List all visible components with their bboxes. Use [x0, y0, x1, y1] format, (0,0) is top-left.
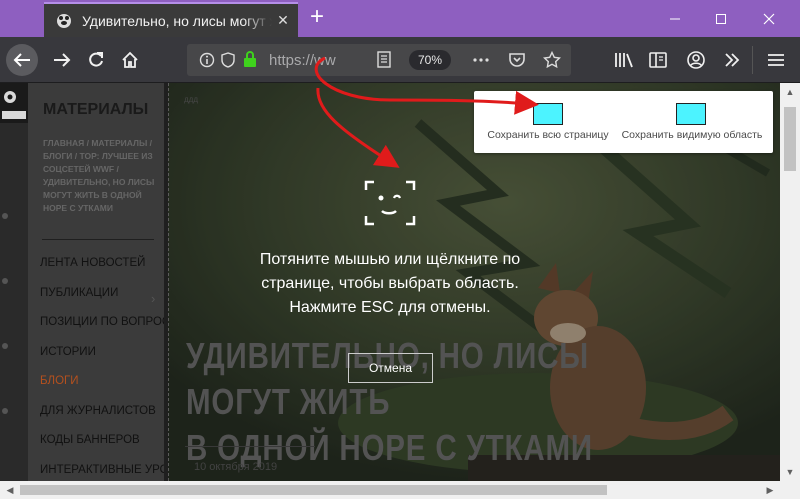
library-icon [615, 53, 633, 68]
menu-item-interactive-lessons[interactable]: ИНТЕРАКТИВНЫЕ УРОКИ [40, 464, 183, 482]
menu-item-journalists[interactable]: ДЛЯ ЖУРНАЛИСТОВ [40, 405, 170, 435]
screenshot-face-icon [364, 180, 416, 226]
nav-dot[interactable] [2, 213, 8, 219]
instruction-line: Нажмите ESC для отмены. [289, 299, 491, 316]
wwf-logo-strip [0, 83, 28, 481]
vertical-scroll-thumb[interactable] [784, 107, 796, 171]
instruction-line: Потяните мышью или щёлкните по [259, 251, 521, 268]
screenshot-instructions: Потяните мышью или щёлкните по странице,… [210, 248, 570, 320]
chevron-right-icon: › [151, 291, 156, 306]
bookmark-star-icon[interactable] [543, 51, 561, 69]
reader-view-icon[interactable] [377, 51, 391, 68]
menu-item-banner-codes[interactable]: КОДЫ БАННЕРОВ [40, 434, 170, 464]
tab-title: Удивительно, но лисы могут жить [82, 12, 272, 29]
pocket-icon[interactable] [508, 51, 526, 69]
scroll-up-icon[interactable]: ▲ [780, 83, 800, 101]
overflow-menu-button[interactable] [716, 44, 748, 76]
scroll-left-icon[interactable]: ◀ [0, 481, 20, 499]
menu-item-news-feed[interactable]: ЛЕНТА НОВОСТЕЙ [40, 257, 170, 287]
close-icon [763, 13, 775, 24]
sidebar-toggle-button[interactable] [642, 44, 674, 76]
sidebar-title: МАТЕРИАЛЫ [43, 101, 149, 118]
reload-button[interactable] [80, 44, 112, 76]
site-sidebar: МАТЕРИАЛЫ ГЛАВНАЯ / МАТЕРИАЛЫ / БЛОГИ / … [28, 83, 187, 482]
panda-favicon-icon [56, 13, 72, 29]
menu-item-positions[interactable]: ПОЗИЦИИ ПО ВОПРОСАМ [40, 316, 187, 346]
arrow-left-icon [13, 53, 30, 67]
home-icon [122, 51, 138, 68]
save-full-page-label: Сохранить всю страницу [487, 129, 609, 141]
shield-icon[interactable] [221, 52, 235, 68]
toolbar-separator [752, 46, 753, 74]
home-button[interactable] [114, 44, 146, 76]
double-chevron-right-icon [725, 53, 740, 67]
close-window-button[interactable] [746, 0, 792, 37]
minimize-button[interactable] [652, 0, 698, 37]
new-tab-button[interactable]: + [304, 5, 330, 31]
nav-dot[interactable] [2, 278, 8, 284]
wwf-panda-logo-icon [0, 83, 28, 123]
nav-dot[interactable] [2, 343, 8, 349]
arrow-right-icon [54, 53, 71, 67]
divider [42, 239, 154, 240]
cancel-button[interactable]: Отмена [348, 353, 433, 383]
library-button[interactable] [608, 44, 640, 76]
vertical-scrollbar[interactable]: ▲ ▼ [780, 83, 800, 481]
info-icon[interactable] [199, 52, 215, 68]
maximize-icon [716, 13, 726, 24]
account-icon [687, 51, 705, 69]
minimize-icon [670, 18, 680, 19]
navigation-toolbar: https://ww 70% [0, 37, 800, 83]
menu-item-blogs[interactable]: БЛОГИ [40, 375, 170, 405]
screenshot-options-panel: Сохранить всю страницу Сохранить видимую… [474, 91, 773, 153]
horizontal-scroll-thumb[interactable] [20, 485, 607, 495]
browser-tab[interactable]: Удивительно, но лисы могут жить ✕ [44, 2, 298, 37]
nav-dot[interactable] [2, 408, 8, 414]
back-button[interactable] [6, 44, 38, 76]
tab-close-icon[interactable]: ✕ [276, 13, 290, 27]
title-bar: Удивительно, но лисы могут жить ✕ + [0, 0, 800, 37]
url-bar[interactable]: https://ww 70% [187, 44, 571, 76]
hamburger-menu-icon [768, 54, 784, 66]
url-text[interactable]: https://ww [269, 52, 336, 69]
forward-button[interactable] [46, 44, 78, 76]
breadcrumb[interactable]: ГЛАВНАЯ / МАТЕРИАЛЫ / БЛОГИ / ТОР: ЛУЧШЕ… [43, 137, 163, 215]
lock-icon[interactable] [243, 51, 257, 68]
main-menu-button[interactable] [760, 44, 792, 76]
horizontal-scrollbar[interactable]: ◀ ▶ [0, 481, 800, 499]
visible-area-thumbnail-icon [676, 103, 706, 125]
side-dots [2, 213, 8, 473]
scroll-down-icon[interactable]: ▼ [780, 463, 800, 481]
save-visible-area-label: Сохранить видимую область [621, 129, 763, 141]
maximize-button[interactable] [698, 0, 744, 37]
more-actions-icon[interactable] [472, 51, 490, 69]
full-page-thumbnail-icon [533, 103, 563, 125]
save-visible-area-button[interactable]: Сохранить видимую область [616, 91, 768, 153]
menu-item-stories[interactable]: ИСТОРИИ [40, 346, 170, 376]
account-button[interactable] [680, 44, 712, 76]
scroll-right-icon[interactable]: ▶ [760, 481, 780, 499]
zoom-level-indicator[interactable]: 70% [409, 50, 451, 70]
sidebar-icon [649, 52, 667, 68]
instruction-line: странице, чтобы выбрать область. [261, 275, 519, 292]
reload-icon [89, 52, 103, 67]
save-full-page-button[interactable]: Сохранить всю страницу [478, 91, 618, 153]
